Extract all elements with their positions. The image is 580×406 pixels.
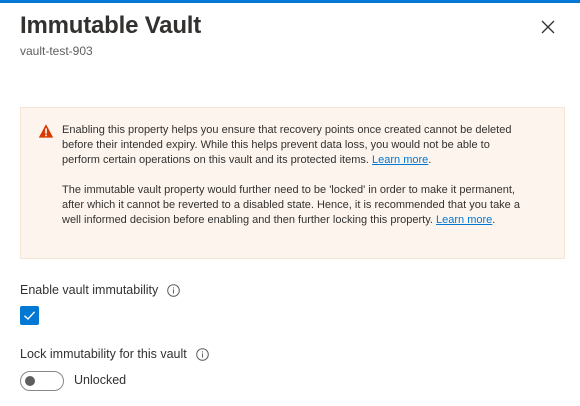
lock-immutability-toggle[interactable]: [20, 371, 64, 391]
learn-more-link-2[interactable]: Learn more: [436, 214, 492, 226]
info-icon[interactable]: [167, 283, 181, 297]
checkmark-icon: [24, 311, 36, 320]
warning-banner: Enabling this property helps you ensure …: [20, 107, 565, 259]
info-icon[interactable]: [195, 347, 209, 361]
close-icon: [541, 20, 555, 34]
warning-paragraph-2: The immutable vault property would furth…: [62, 184, 520, 226]
toggle-knob: [25, 376, 35, 386]
warning-icon: [38, 124, 54, 138]
warning-paragraph-1-text: Enabling this property helps you ensure …: [62, 124, 512, 166]
panel-title: Immutable Vault: [20, 12, 202, 39]
immutability-label-text: Enable vault immutability: [20, 283, 159, 297]
warning-text: Enabling this property helps you ensure …: [62, 123, 522, 228]
lock-state-text: Unlocked: [74, 373, 127, 387]
learn-more-link-1[interactable]: Learn more: [372, 154, 428, 166]
lock-immutability-label: Lock immutability for this vault: [20, 347, 209, 361]
immutability-label: Enable vault immutability: [20, 283, 181, 297]
warning-paragraph-1: Enabling this property helps you ensure …: [62, 124, 512, 166]
panel-subtitle: vault-test-903: [20, 44, 93, 58]
lock-immutability-label-text: Lock immutability for this vault: [20, 347, 187, 361]
top-accent-bar: [0, 0, 580, 3]
close-button[interactable]: [538, 17, 558, 37]
enable-immutability-checkbox[interactable]: [20, 306, 39, 325]
